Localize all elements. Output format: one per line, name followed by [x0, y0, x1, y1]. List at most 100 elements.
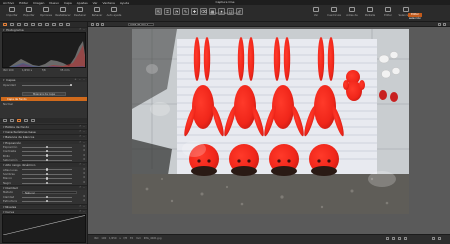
select-edit-button[interactable]: Editar selección: [408, 13, 422, 20]
histogram-graph: [9, 41, 85, 67]
toolbar-item-label: Exportar: [23, 14, 35, 17]
brush-tool-icon[interactable]: ✚: [191, 8, 198, 15]
toolbar-item-icon: [26, 7, 32, 12]
rotate-left-icon[interactable]: [386, 237, 389, 240]
toolbar-item-right[interactable]: Pantalla: [362, 7, 378, 17]
toolbar-item[interactable]: Restablecer: [55, 7, 71, 17]
curve-line: [3, 215, 85, 236]
tab-output-icon[interactable]: [59, 23, 63, 26]
opacity-track[interactable]: [22, 84, 72, 86]
viewer-options-icon[interactable]: [438, 23, 441, 26]
histogram-aperture: f/8: [42, 68, 46, 72]
toolbar-item[interactable]: Deshacer: [72, 7, 88, 17]
histogram: [2, 32, 86, 68]
color-picker-tool-icon[interactable]: ✎: [182, 8, 189, 15]
tab-d-icon[interactable]: [24, 119, 28, 122]
crop-tool-icon[interactable]: ⌗: [164, 8, 171, 15]
menu-item[interactable]: Ver: [93, 1, 98, 5]
toolbar-item-label: Opciones: [39, 14, 52, 17]
menu-item[interactable]: Nuevo: [49, 1, 59, 5]
menu-item[interactable]: Ayuda: [120, 1, 129, 5]
tab-b-icon[interactable]: [10, 119, 14, 122]
grid-view-icon[interactable]: [91, 23, 94, 26]
tab-details-icon[interactable]: [38, 23, 42, 26]
tab-exposure-icon[interactable]: [31, 23, 35, 26]
menu-item[interactable]: Ventana: [103, 1, 115, 5]
toolbar-item[interactable]: Importar: [4, 7, 20, 17]
tab-meta-icon[interactable]: [52, 23, 56, 26]
section-layers[interactable]: ▾ Capas + − ⋯: [0, 77, 87, 83]
section-histogram[interactable]: ▾ Histograma ? ⋯: [0, 27, 87, 32]
toolbar-item-right[interactable]: Cuadrícula: [326, 7, 342, 17]
toolbar-item-icon: [403, 7, 409, 12]
tab-a-icon[interactable]: [3, 119, 7, 122]
menu-item[interactable]: Ajustes: [77, 1, 88, 5]
layer-row-selected[interactable]: Capa de fondo: [1, 97, 87, 102]
eraser-tool-icon[interactable]: ⌫: [200, 8, 207, 15]
histogram-focal: 35 mm: [60, 68, 70, 72]
status-text: ISO 100 1/250 s f/8 35 mm IMG_4021.jpg: [94, 237, 162, 240]
toolbar-item-icon: [9, 7, 15, 12]
toolbar-item[interactable]: Opciones: [38, 7, 54, 17]
layer-mode-row: Normal: [0, 102, 87, 106]
toolbar-item-label: Editar: [384, 14, 392, 17]
menu-item[interactable]: Editar: [19, 1, 28, 5]
layer-mask-button[interactable]: Máscara de capa: [22, 92, 66, 96]
toolbar-item-right[interactable]: Ver: [308, 7, 324, 17]
pointer-tool-icon[interactable]: ↖: [155, 8, 162, 15]
list-view-icon[interactable]: [96, 23, 99, 26]
menu-item[interactable]: Imagen: [33, 1, 44, 5]
tab-c-icon[interactable]: [17, 119, 21, 122]
tab-library-icon[interactable]: [3, 23, 7, 26]
toolbar-item-label: Deshacer: [73, 14, 87, 17]
section-exposure[interactable]: ▾Exposición? ⋯: [0, 139, 87, 145]
section-base-characteristics[interactable]: ▾Características base? ⋯: [0, 129, 87, 134]
toolbar-item[interactable]: Auto ajuste: [106, 7, 122, 17]
section-background-styles[interactable]: ▾Estilos de fondo? ⋯: [0, 124, 87, 129]
toolbar-item[interactable]: Rehacer: [89, 7, 105, 17]
toolbar-item-label: Importar: [6, 14, 18, 17]
prev-image-icon[interactable]: [432, 237, 435, 240]
tab-capture-icon[interactable]: [10, 23, 14, 26]
tool-tabs-secondary: [0, 118, 87, 123]
tab-adjust-icon[interactable]: [45, 23, 49, 26]
opacity-slider[interactable]: Opacidad: [0, 83, 87, 87]
cursor-tools-label: Herramientas de cursor: [210, 12, 241, 15]
section-controls-icon[interactable]: + − ⋯: [74, 78, 86, 83]
method-dropdown[interactable]: Natural: [22, 190, 77, 195]
zoom-fit-icon[interactable]: [404, 237, 407, 240]
section-white-balance[interactable]: ▾Balance de blancos? ⋯: [0, 134, 87, 139]
toolbar-item-right[interactable]: Antes de: [344, 7, 360, 17]
section-layers-title: Capas: [6, 78, 16, 82]
main-photo[interactable]: [132, 29, 409, 214]
next-image-icon[interactable]: [438, 237, 441, 240]
toolbar-item-icon: [367, 7, 373, 12]
section-curve[interactable]: ▾Curva? ⋯: [0, 208, 87, 214]
levels-tool-icon[interactable]: ◔: [173, 8, 180, 15]
chevron-down-icon: ▾: [3, 78, 5, 82]
toolbar-item[interactable]: Exportar: [21, 7, 37, 17]
toolbar-item-right[interactable]: Editar: [380, 7, 396, 17]
tab-e-icon[interactable]: [31, 119, 35, 122]
toolbar-item-icon: [111, 7, 117, 12]
menu-item[interactable]: Capa: [64, 1, 72, 5]
tab-batch-icon[interactable]: [66, 23, 70, 26]
menu-item[interactable]: Archivo: [3, 1, 14, 5]
opacity-knob[interactable]: [70, 83, 73, 87]
section-high-dynamic-range[interactable]: ▾Alto rango dinámico? ⋯: [0, 162, 87, 167]
compare-icon[interactable]: [398, 237, 401, 240]
tab-lens-icon[interactable]: [17, 23, 21, 26]
toolbar-item-label: Restablecer: [55, 14, 71, 17]
curve-graph[interactable]: [2, 214, 86, 243]
viewer-close-icon[interactable]: [443, 23, 446, 26]
rotate-right-icon[interactable]: [392, 237, 395, 240]
section-levels[interactable]: ▾Niveles? ⋯: [0, 203, 87, 209]
toolbar-item-icon: [60, 7, 66, 12]
single-view-icon[interactable]: [101, 23, 104, 26]
tab-color-icon[interactable]: [24, 23, 28, 26]
toolbar-item-icon: [43, 7, 49, 12]
file-name-field[interactable]: Vista de foto 1: [128, 23, 154, 26]
toolbar-item-icon: [313, 7, 319, 12]
section-clarity[interactable]: ▾Claridad? ⋯: [0, 185, 87, 190]
histogram-iso: ISO 100: [3, 68, 14, 72]
